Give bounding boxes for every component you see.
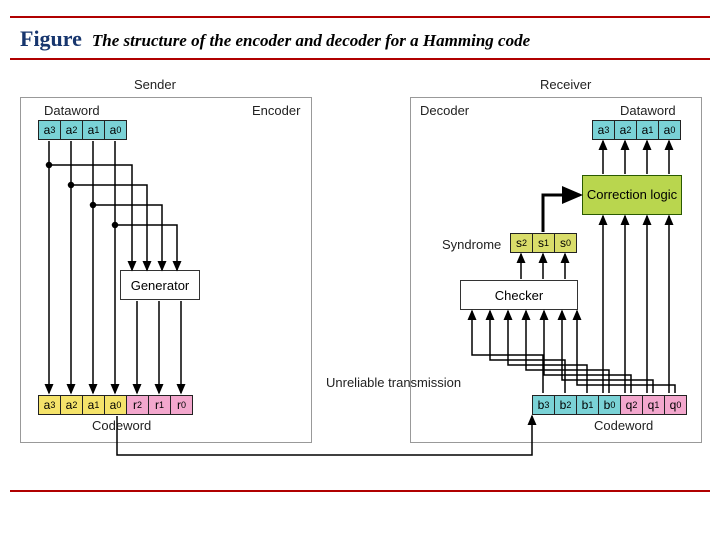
transmission-label: Unreliable transmission bbox=[326, 375, 406, 391]
cell-s0: s0 bbox=[554, 233, 577, 253]
cell-a1: a1 bbox=[82, 120, 105, 140]
cell-a0: a0 bbox=[104, 120, 127, 140]
cell-s2: s2 bbox=[510, 233, 533, 253]
syndrome-label: Syndrome bbox=[442, 237, 501, 252]
cell-b2: b2 bbox=[554, 395, 577, 415]
sender-dataword-cells: a3 a2 a1 a0 bbox=[38, 120, 127, 140]
cell-cw-a3: a3 bbox=[38, 395, 61, 415]
sender-label: Sender bbox=[134, 77, 176, 92]
cell-cw-r2: r2 bbox=[126, 395, 149, 415]
generator-label: Generator bbox=[131, 278, 190, 293]
syndrome-cells: s2 s1 s0 bbox=[510, 233, 577, 253]
figure-title-row: Figure The structure of the encoder and … bbox=[20, 26, 700, 52]
bottom-rule bbox=[10, 490, 710, 492]
cell-b0: b0 bbox=[598, 395, 621, 415]
cell-cw-a1: a1 bbox=[82, 395, 105, 415]
diagram: Sender Receiver Encoder Dataword a3 a2 a… bbox=[12, 75, 708, 485]
cell-cw-a0: a0 bbox=[104, 395, 127, 415]
checker-label: Checker bbox=[495, 288, 543, 303]
decoder-label: Decoder bbox=[420, 103, 469, 118]
checker-box: Checker bbox=[460, 280, 578, 310]
cell-r-a2: a2 bbox=[614, 120, 637, 140]
transmission-text: Unreliable transmission bbox=[326, 375, 461, 390]
generator-box: Generator bbox=[120, 270, 200, 300]
correction-logic-box: Correction logic bbox=[582, 175, 682, 215]
encoder-label: Encoder bbox=[252, 103, 300, 118]
cell-a2: a2 bbox=[60, 120, 83, 140]
sender-codeword-cells: a3 a2 a1 a0 r2 r1 r0 bbox=[38, 395, 193, 415]
cell-cw-r0: r0 bbox=[170, 395, 193, 415]
figure-title: The structure of the encoder and decoder… bbox=[92, 31, 530, 51]
cell-r-a1: a1 bbox=[636, 120, 659, 140]
correction-label: Correction logic bbox=[587, 188, 677, 202]
sender-dataword-label: Dataword bbox=[44, 103, 100, 118]
cell-r-a0: a0 bbox=[658, 120, 681, 140]
top-rule bbox=[10, 16, 710, 18]
title-underline bbox=[10, 58, 710, 60]
cell-b1: b1 bbox=[576, 395, 599, 415]
receiver-label: Receiver bbox=[540, 77, 591, 92]
receiver-codeword-cells: b3 b2 b1 b0 q2 q1 q0 bbox=[532, 395, 687, 415]
receiver-dataword-cells: a3 a2 a1 a0 bbox=[592, 120, 681, 140]
cell-a3: a3 bbox=[38, 120, 61, 140]
receiver-dataword-label: Dataword bbox=[620, 103, 676, 118]
cell-r-a3: a3 bbox=[592, 120, 615, 140]
cell-b3: b3 bbox=[532, 395, 555, 415]
cell-q0: q0 bbox=[664, 395, 687, 415]
cell-q2: q2 bbox=[620, 395, 643, 415]
sender-codeword-label: Codeword bbox=[92, 418, 151, 433]
cell-q1: q1 bbox=[642, 395, 665, 415]
receiver-codeword-label: Codeword bbox=[594, 418, 653, 433]
decoder-panel bbox=[410, 97, 702, 443]
figure-label: Figure bbox=[20, 26, 82, 52]
cell-cw-a2: a2 bbox=[60, 395, 83, 415]
cell-cw-r1: r1 bbox=[148, 395, 171, 415]
cell-s1: s1 bbox=[532, 233, 555, 253]
